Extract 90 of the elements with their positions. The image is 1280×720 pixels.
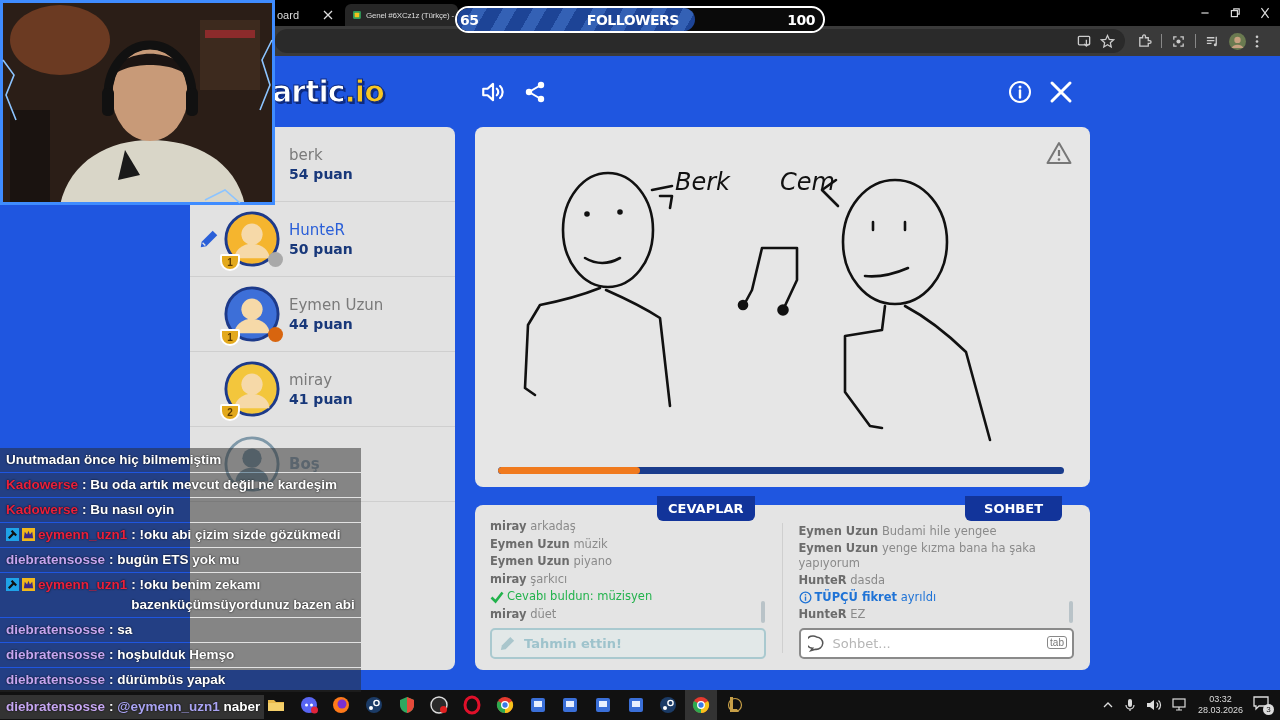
- crown-icon: [22, 528, 35, 541]
- network-icon[interactable]: [1171, 698, 1188, 712]
- volume-icon[interactable]: [1145, 698, 1162, 712]
- lens-icon[interactable]: [1171, 33, 1186, 49]
- chat-message: : hoşbulduk Hemşo: [109, 646, 235, 664]
- rank-badge: 1: [220, 254, 240, 271]
- chat-username: diebratensosse: [6, 671, 106, 689]
- drawing-canvas[interactable]: Berk Cem: [475, 127, 1090, 487]
- extensions-icon[interactable]: [1137, 33, 1152, 49]
- player-name: berk: [289, 146, 324, 164]
- chat-message: : @eymenn_uzn1 naber: [109, 698, 261, 716]
- install-icon[interactable]: [1077, 33, 1092, 49]
- chat-message: Eymen Uzun Budami hile yengee: [798, 523, 997, 539]
- answer-entry: Eymen Uzun müzik: [490, 535, 608, 553]
- clock-date: 28.03.2026: [1197, 705, 1243, 716]
- chat-message: Unutmadan önce hiç bilmemiştim: [6, 451, 222, 469]
- rank-badge: 2: [220, 404, 240, 421]
- chat-message: : !oku abi çizim sizde gözükmedi: [131, 526, 341, 544]
- player-points: 54 puan: [289, 166, 353, 182]
- steam-icon: [364, 695, 385, 715]
- browser-icon: [690, 695, 711, 715]
- star-icon[interactable]: [1100, 33, 1115, 49]
- microphone-icon[interactable]: [1123, 698, 1136, 712]
- close-icon[interactable]: [1049, 79, 1073, 104]
- taskbar-app[interactable]: [684, 690, 717, 720]
- player-name: miray: [289, 371, 333, 389]
- hammer-icon: [6, 528, 19, 541]
- chat-username: diebratensosse: [6, 551, 106, 569]
- share-icon[interactable]: [523, 79, 547, 104]
- answer-entry: miray şarkıcı: [490, 570, 568, 588]
- chat-message: : sa: [109, 621, 133, 639]
- browser-tab[interactable]: Genel #6XCz1z (Türkçe) -: [345, 4, 458, 26]
- notification-button[interactable]: 3: [1253, 695, 1274, 715]
- crown-icon: [22, 578, 35, 591]
- player-points: 41 puan: [289, 391, 353, 407]
- browser-tab[interactable]: oard: [275, 4, 341, 26]
- address-bar[interactable]: [275, 29, 1125, 53]
- rank-badge: 1: [220, 329, 240, 346]
- ring-icon: [462, 695, 483, 715]
- answer-entry: Cevabı buldun: müzisyen: [507, 588, 653, 605]
- goal-target: 100: [787, 11, 815, 28]
- player-name: Eymen Uzun: [289, 296, 384, 314]
- browser-icon: [494, 695, 515, 715]
- mention-link[interactable]: @eymenn_uzn1: [117, 699, 220, 714]
- chat-message: HunteR dasda: [798, 572, 885, 588]
- check-icon: [490, 589, 504, 604]
- fox-globe-icon: [331, 695, 352, 715]
- handwritten-label: Berk: [675, 168, 730, 196]
- player-points: 50 puan: [289, 241, 353, 257]
- info-icon[interactable]: [1008, 79, 1032, 104]
- info-icon: [798, 590, 812, 604]
- steam-icon: [658, 695, 679, 715]
- goal-label: FOLLOWERS: [586, 11, 679, 28]
- chat-username: eymenn_uzn1: [38, 576, 128, 594]
- warning-icon[interactable]: [1046, 141, 1072, 165]
- chat-message: : dürümbüs yapak: [109, 671, 226, 689]
- chat-message: : bugün ETS yok mu: [109, 551, 240, 569]
- hammer-icon: [6, 578, 19, 591]
- section-tab[interactable]: CEVAPLAR: [657, 496, 755, 521]
- chat-username: Kadowerse: [6, 501, 79, 519]
- avatar-icon[interactable]: [1229, 32, 1246, 50]
- pencil-icon: [499, 635, 516, 652]
- game-logo: artic.io: [272, 74, 384, 109]
- notification-icon: [1253, 695, 1269, 711]
- favicon-icon: [353, 8, 361, 22]
- notification-count: 3: [1263, 704, 1274, 715]
- close-icon[interactable]: [323, 10, 333, 20]
- key-hint: tab: [1047, 636, 1067, 649]
- chat-message: : Bu nasıl oyin: [82, 501, 175, 519]
- speech-bubble-icon: [807, 635, 825, 652]
- answer-entry: miray arkadaş: [490, 518, 576, 535]
- chat-username: diebratensosse: [6, 646, 106, 664]
- player-name: HunteR: [289, 221, 346, 239]
- chat-username: eymenn_uzn1: [38, 526, 128, 544]
- answer-entry: Eymen Uzun piyano: [490, 553, 613, 570]
- menu-icon[interactable]: [1255, 33, 1259, 49]
- chat-message: HunteR EZ: [798, 607, 866, 622]
- record-icon: [429, 695, 450, 715]
- chat-username: diebratensosse: [6, 621, 106, 639]
- clock-time: 03:32: [1209, 694, 1232, 705]
- chat-app-icon: [298, 695, 319, 715]
- chat-username: diebratensosse: [6, 698, 106, 716]
- chat-message: TÜPÇÜ fikret ayrıldı: [814, 588, 937, 606]
- answer-entry: miray düet: [490, 605, 557, 623]
- handwritten-label: Cem: [780, 168, 835, 196]
- goal-current: 65: [460, 11, 479, 28]
- player-points: 44 puan: [289, 316, 354, 332]
- avatar: [223, 360, 281, 418]
- chat-username: Kadowerse: [6, 476, 79, 494]
- section-tab[interactable]: SOHBET: [965, 496, 1062, 521]
